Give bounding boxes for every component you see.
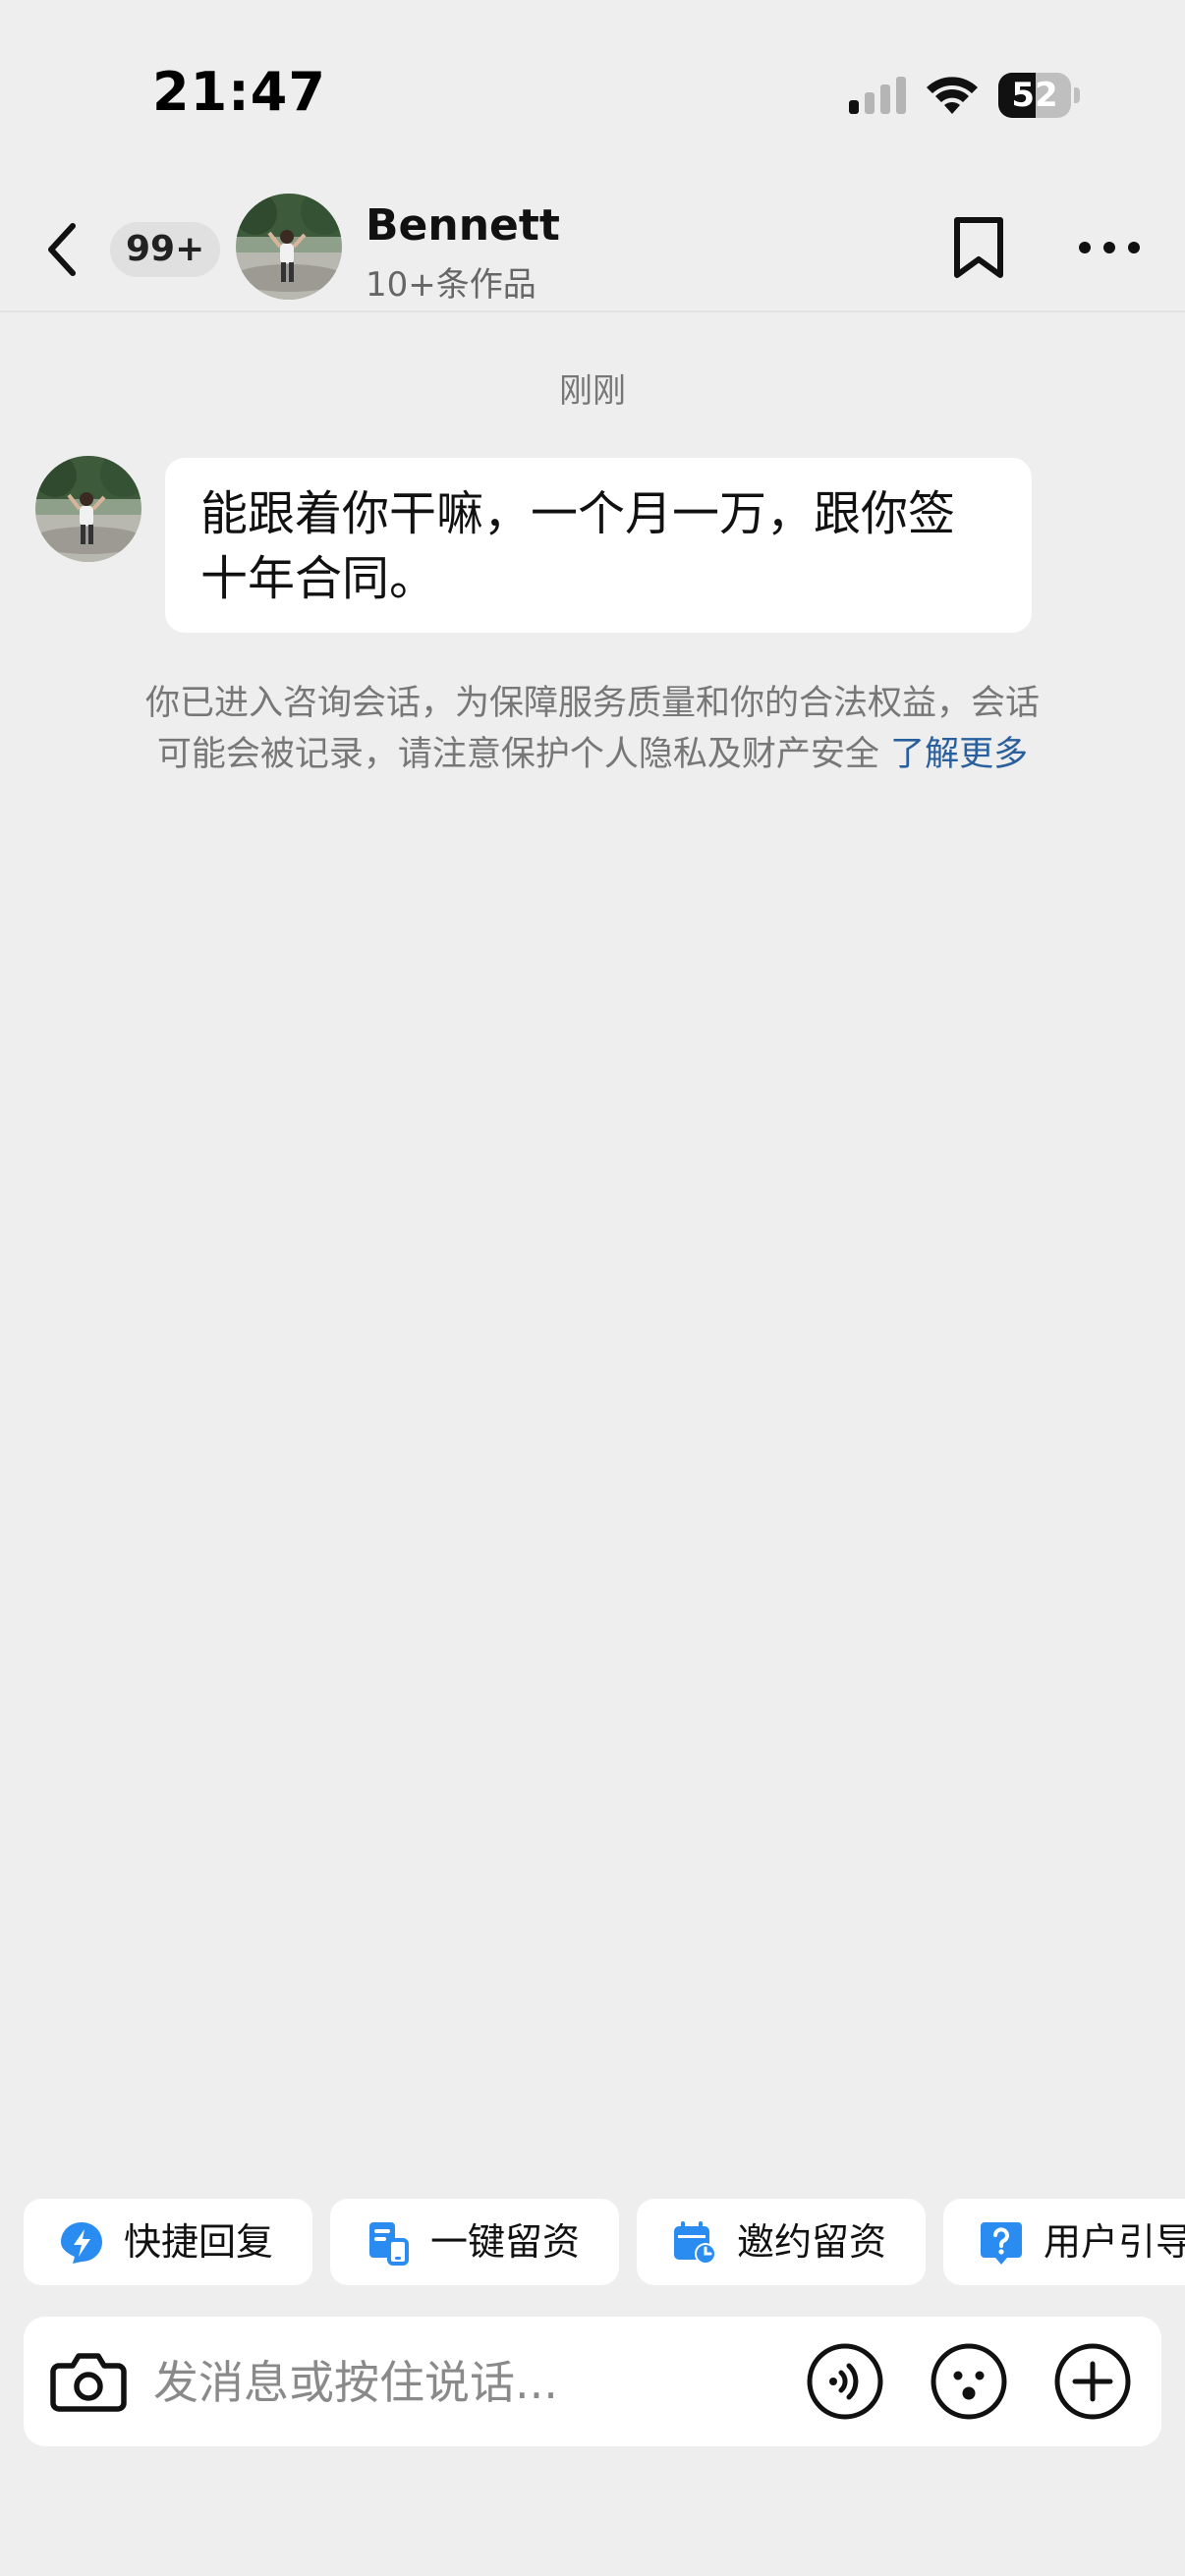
emoji-icon[interactable] bbox=[930, 2342, 1008, 2421]
one-click-lead-label: 一键留资 bbox=[430, 2220, 581, 2264]
contact-subtitle[interactable]: 10+条作品 bbox=[366, 257, 536, 306]
back-arrow-icon[interactable] bbox=[39, 218, 88, 281]
message-input-bar bbox=[24, 2317, 1161, 2446]
contact-name[interactable]: Bennett bbox=[366, 200, 560, 251]
user-guide-label: 用户引导 bbox=[1044, 2220, 1185, 2264]
battery-indicator: 52 bbox=[998, 73, 1081, 118]
cellular-signal-icon bbox=[849, 77, 906, 114]
user-guide-button[interactable]: 用户引导 bbox=[943, 2199, 1185, 2285]
camera-icon[interactable] bbox=[49, 2342, 128, 2421]
learn-more-link[interactable]: 了解更多 bbox=[890, 735, 1028, 774]
status-bar: 21:47 52 bbox=[0, 0, 1185, 187]
chat-header: 99+ Bennett 10+条作品 bbox=[0, 187, 1185, 312]
quick-reply-button[interactable]: 快捷回复 bbox=[24, 2199, 312, 2285]
wifi-icon bbox=[927, 77, 978, 114]
invite-lead-button[interactable]: 邀约留资 bbox=[637, 2199, 926, 2285]
sender-avatar[interactable] bbox=[35, 456, 141, 562]
contact-avatar[interactable] bbox=[236, 194, 342, 300]
message-bubble[interactable]: 能跟着你干嘛，一个月一万，跟你签十年合同。 bbox=[165, 458, 1032, 633]
more-options-icon[interactable] bbox=[1077, 226, 1142, 269]
question-icon bbox=[981, 2222, 1022, 2265]
quick-actions-bar[interactable]: 快捷回复 一键留资 邀约留资 用户引导 bbox=[0, 2199, 1185, 2287]
add-icon[interactable] bbox=[1053, 2342, 1132, 2421]
voice-input-icon[interactable] bbox=[806, 2342, 884, 2421]
status-time: 21:47 bbox=[152, 61, 326, 123]
message-input[interactable] bbox=[151, 2336, 794, 2429]
message-timestamp: 刚刚 bbox=[559, 371, 626, 411]
unread-count-badge[interactable]: 99+ bbox=[110, 222, 221, 277]
invite-lead-label: 邀约留资 bbox=[737, 2220, 887, 2264]
battery-percentage: 52 bbox=[1011, 76, 1058, 115]
form-phone-icon bbox=[369, 2222, 409, 2266]
one-click-lead-button[interactable]: 一键留资 bbox=[330, 2199, 619, 2285]
quick-reply-label: 快捷回复 bbox=[124, 2220, 274, 2264]
lightning-icon bbox=[61, 2222, 102, 2264]
calendar-clock-icon bbox=[674, 2221, 716, 2265]
bookmark-icon[interactable] bbox=[949, 214, 1008, 281]
session-notice: 你已进入咨询会话，为保障服务质量和你的合法权益，会话可能会被记录，请注意保护个人… bbox=[138, 678, 1047, 780]
